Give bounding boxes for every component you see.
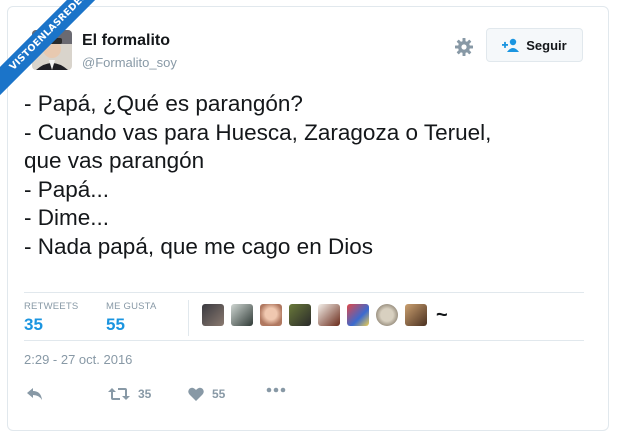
follow-button[interactable]: Seguir (486, 28, 583, 62)
likes-label: ME GUSTA (106, 301, 157, 312)
retweets-count[interactable]: 35 (24, 315, 43, 335)
more-icon (266, 387, 286, 393)
likes-count[interactable]: 55 (106, 315, 125, 335)
gear-icon[interactable] (454, 37, 474, 57)
reply-button[interactable] (26, 387, 44, 401)
liker-avatar[interactable] (347, 304, 369, 326)
tweet-line: - Dime... (24, 205, 110, 230)
author-name[interactable]: El formalito (82, 32, 170, 50)
author-handle[interactable]: @Formalito_soy (82, 55, 177, 70)
stats-separator (188, 300, 189, 336)
tweet-line: - Nada papá, que me cago en Dios (24, 233, 373, 259)
follow-person-icon (502, 38, 520, 52)
liker-avatar[interactable] (202, 304, 224, 326)
follow-label: Seguir (526, 37, 567, 53)
liker-avatar[interactable] (318, 304, 340, 326)
retweet-count: 35 (138, 387, 152, 401)
liker-avatar[interactable] (289, 304, 311, 326)
more-button[interactable] (266, 387, 286, 393)
liker-avatar[interactable] (260, 304, 282, 326)
tweet-line: - Papá... (24, 176, 110, 202)
divider (24, 292, 584, 293)
retweet-icon (108, 387, 130, 401)
timestamp[interactable]: 2:29 - 27 oct. 2016 (24, 352, 132, 367)
more-likers[interactable]: ~ (436, 304, 448, 326)
tweet-text: - Papá, ¿Qué es parangón? - Cuando vas p… (24, 90, 491, 261)
like-button[interactable]: 55 (188, 387, 225, 401)
liker-avatar[interactable] (231, 304, 253, 326)
like-count: 55 (212, 387, 226, 401)
heart-icon (188, 387, 204, 401)
liker-avatar[interactable] (376, 304, 398, 326)
retweets-label: RETWEETS (24, 301, 79, 312)
divider (24, 340, 584, 341)
tweet-line: que vas parangón (24, 148, 205, 173)
retweet-button[interactable]: 35 (108, 387, 151, 401)
tweet-line: - Cuando vas para Huesca, Zaragoza o Ter… (24, 119, 492, 145)
liker-avatars: ~ (202, 304, 448, 326)
tweet-line: - Papá, ¿Qué es parangón? (24, 91, 303, 116)
reply-icon (26, 387, 44, 401)
liker-avatar[interactable] (405, 304, 427, 326)
